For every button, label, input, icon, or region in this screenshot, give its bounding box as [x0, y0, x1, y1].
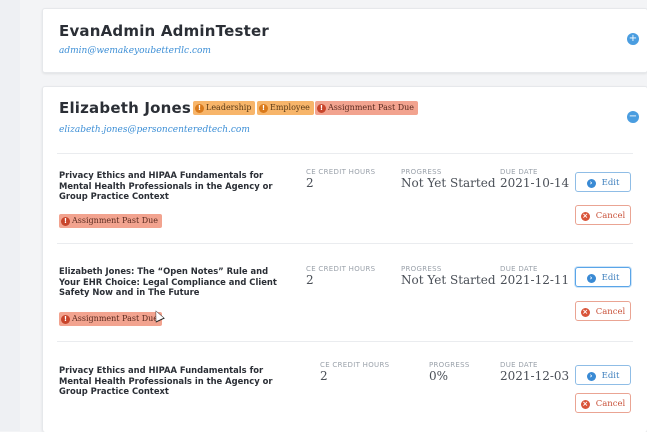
role-badge-leadership: ! Leadership	[193, 101, 256, 115]
course-title: Privacy Ethics and HIPAA Fundamentals fo…	[59, 365, 273, 396]
role-badge-employee: ! Employee	[257, 101, 314, 115]
arrow-right-circle-icon: ›	[586, 372, 596, 381]
user-card-evanadmin: EvanAdmin AdminTester admin@wemakeyoubet…	[42, 8, 647, 73]
cancel-button[interactable]: × Cancel	[575, 393, 631, 413]
course-title: Elizabeth Jones: The “Open Notes” Rule a…	[59, 266, 277, 297]
ce-credit-hours-label: CE CREDIT HOURS	[306, 265, 376, 273]
divider	[57, 243, 633, 244]
alert-icon: !	[259, 104, 268, 113]
x-circle-icon: ×	[580, 308, 590, 317]
ce-credit-hours-value: 2	[306, 273, 314, 287]
due-date-value: 2021-12-03	[500, 369, 570, 383]
due-date-label: DUE DATE	[500, 265, 538, 273]
user-name: Elizabeth Jones	[59, 99, 192, 117]
status-badge-past-due: ! Assignment Past Due	[315, 101, 419, 115]
due-date-value: 2021-10-14	[500, 176, 570, 190]
alert-icon: !	[195, 104, 204, 113]
status-badge-past-due: ! Assignment Past Due	[59, 214, 163, 228]
progress-value: 0%	[429, 369, 449, 383]
x-circle-icon: ×	[580, 400, 590, 409]
edit-button[interactable]: › Edit	[575, 172, 631, 192]
course-title: Privacy Ethics and HIPAA Fundamentals fo…	[59, 170, 273, 201]
alert-icon: !	[61, 315, 70, 324]
alert-icon: !	[61, 217, 70, 226]
due-date-label: DUE DATE	[500, 361, 538, 369]
due-date-label: DUE DATE	[500, 168, 538, 176]
progress-value: Not Yet Started	[401, 273, 496, 287]
user-email: admin@wemakeyoubetterllc.com	[59, 46, 211, 56]
x-circle-icon: ×	[580, 212, 590, 221]
ce-credit-hours-value: 2	[306, 176, 314, 190]
progress-value: Not Yet Started	[401, 176, 496, 190]
ce-credit-hours-value: 2	[320, 369, 328, 383]
arrow-right-circle-icon: ›	[586, 179, 596, 188]
divider	[57, 153, 633, 154]
cancel-button[interactable]: × Cancel	[575, 301, 631, 321]
user-email: elizabeth.jones@personcenteredtech.com	[59, 125, 250, 135]
progress-label: PROGRESS	[429, 361, 470, 369]
progress-label: PROGRESS	[401, 168, 442, 176]
progress-label: PROGRESS	[401, 265, 442, 273]
edit-button[interactable]: › Edit	[575, 267, 631, 287]
due-date-value: 2021-12-11	[500, 273, 570, 287]
ce-credit-hours-label: CE CREDIT HOURS	[306, 168, 376, 176]
user-card-elizabeth-jones: Elizabeth Jones ! Leadership ! Employee ! A…	[42, 86, 647, 432]
minus-circle-icon[interactable]: −	[627, 111, 639, 123]
left-panel-edge	[0, 0, 20, 431]
edit-button[interactable]: › Edit	[575, 365, 631, 385]
cancel-button[interactable]: × Cancel	[575, 205, 631, 225]
arrow-right-circle-icon: ›	[586, 274, 596, 283]
ce-credit-hours-label: CE CREDIT HOURS	[320, 361, 390, 369]
plus-circle-icon[interactable]: +	[627, 33, 639, 45]
alert-icon: !	[317, 104, 326, 113]
user-name: EvanAdmin AdminTester	[59, 22, 269, 40]
status-badge-past-due: ! Assignment Past Due	[59, 312, 163, 326]
divider	[57, 341, 633, 342]
